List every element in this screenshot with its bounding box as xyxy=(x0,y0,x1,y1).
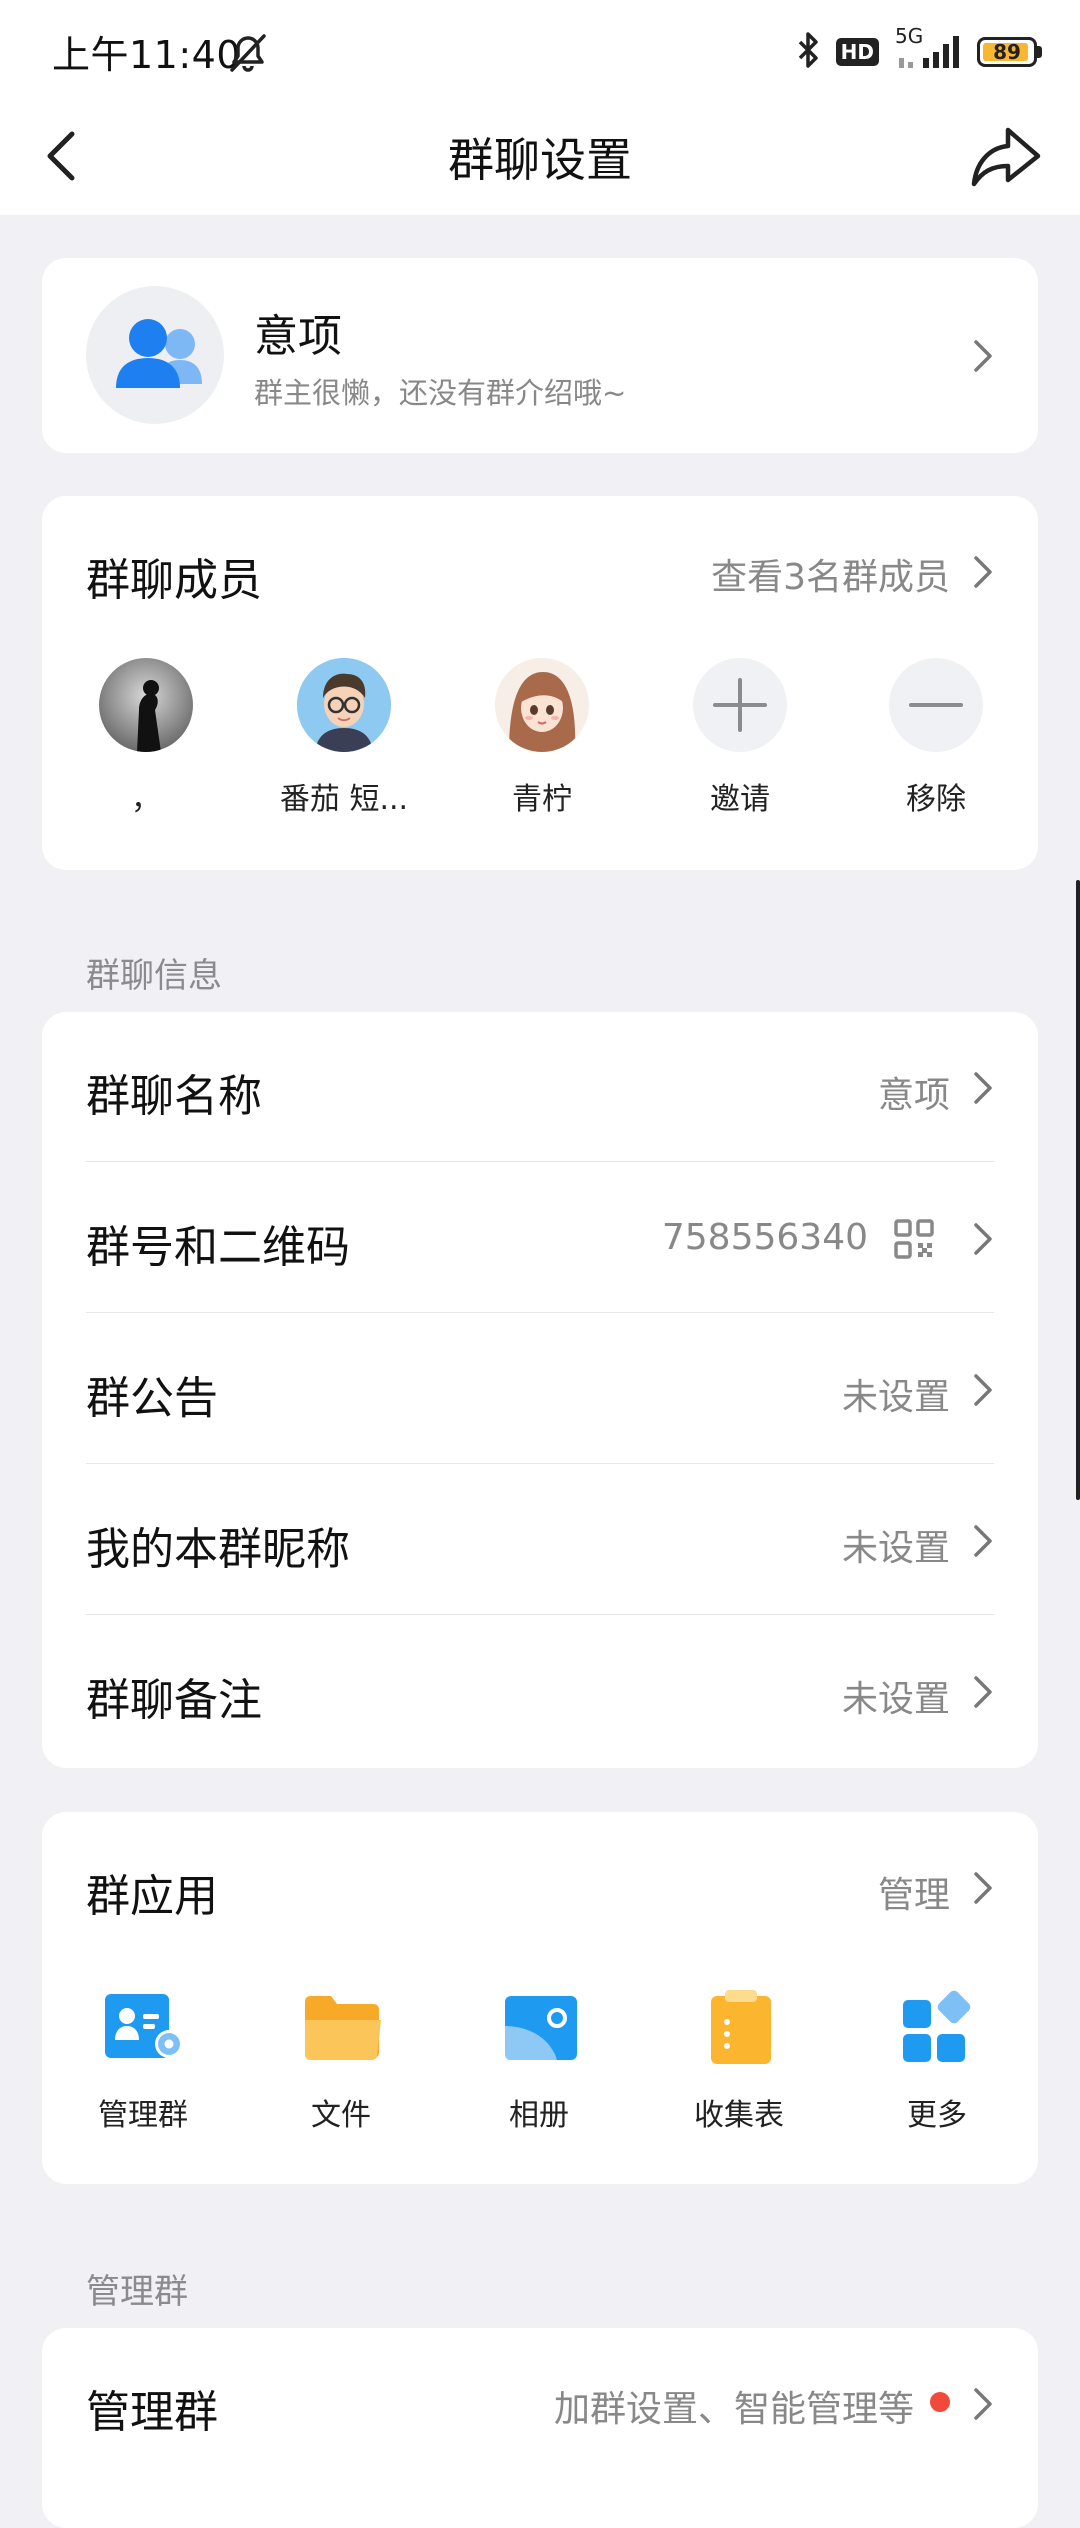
manage-apps-link[interactable]: 管理 xyxy=(878,1866,950,1918)
plus-icon xyxy=(693,658,787,752)
scrollbar[interactable] xyxy=(1076,880,1080,1500)
chevron-right-icon xyxy=(970,1868,996,1908)
info-section-label: 群聊信息 xyxy=(86,956,222,996)
group-profile-card[interactable]: 意项 群主很懒，还没有群介绍哦~ xyxy=(42,258,1038,453)
app-manage-group[interactable]: 管理群 xyxy=(58,1990,228,2134)
status-bar: 上午11:40 HD 5G 89 xyxy=(0,0,1080,100)
manage-group-card[interactable]: 管理群 加群设置、智能管理等 xyxy=(42,2328,1038,2528)
nav-bar: 群聊设置 xyxy=(0,100,1080,215)
avatar xyxy=(297,658,391,752)
remark-row[interactable]: 群聊备注 未设置 xyxy=(42,1616,1038,1766)
invite-member-button[interactable]: 邀请 xyxy=(660,658,820,818)
divider xyxy=(86,1161,994,1162)
minus-icon xyxy=(889,658,983,752)
chevron-right-icon xyxy=(970,2384,996,2424)
remove-label: 移除 xyxy=(906,782,966,817)
group-id-label: 群号和二维码 xyxy=(86,1222,350,1273)
admin-group-icon xyxy=(105,1990,183,2066)
group-name-row[interactable]: 群聊名称 意项 xyxy=(42,1012,1038,1162)
signal-icon: 5G xyxy=(893,24,963,72)
chevron-right-icon xyxy=(970,552,996,592)
chevron-right-icon xyxy=(970,1672,996,1712)
app-label: 更多 xyxy=(907,2098,967,2133)
app-form[interactable]: 收集表 xyxy=(654,1990,824,2134)
app-label: 文件 xyxy=(311,2098,371,2133)
group-intro: 群主很懒，还没有群介绍哦~ xyxy=(254,376,627,410)
member-name: 番茄 短... xyxy=(279,782,409,817)
app-files[interactable]: 文件 xyxy=(256,1990,426,2134)
remove-member-button[interactable]: 移除 xyxy=(856,658,1016,818)
manage-section-label: 管理群 xyxy=(86,2272,188,2312)
group-id-qrcode-row[interactable]: 群号和二维码 758556340 xyxy=(42,1163,1038,1313)
group-people-icon xyxy=(116,319,202,388)
app-label: 相册 xyxy=(509,2098,569,2133)
divider xyxy=(86,1614,994,1615)
member-item[interactable]: 青柠 xyxy=(462,658,622,818)
chevron-right-icon xyxy=(970,1219,996,1259)
chevron-right-icon xyxy=(970,336,996,376)
members-card: 群聊成员 查看3名群成员 ， 番茄 短... 青柠 邀请 移除 xyxy=(42,496,1038,870)
bell-muted-icon xyxy=(224,30,272,74)
manage-group-value: 加群设置、智能管理等 xyxy=(553,2389,914,2430)
qr-code-icon xyxy=(894,1219,934,1259)
hd-badge: HD xyxy=(835,38,879,66)
group-name: 意项 xyxy=(254,311,342,362)
my-nickname-label: 我的本群昵称 xyxy=(86,1524,350,1575)
divider xyxy=(86,1312,994,1313)
manage-group-label: 管理群 xyxy=(86,2387,218,2438)
chevron-right-icon xyxy=(970,1521,996,1561)
status-time: 上午11:40 xyxy=(52,33,242,77)
invite-label: 邀请 xyxy=(710,782,770,817)
chevron-right-icon xyxy=(970,1370,996,1410)
view-all-members-link[interactable]: 查看3名群成员 xyxy=(711,548,950,600)
app-label: 管理群 xyxy=(98,2098,188,2133)
member-item[interactable]: ， xyxy=(66,658,226,818)
avatar xyxy=(495,658,589,752)
share-button[interactable] xyxy=(968,118,1044,194)
announcement-value: 未设置 xyxy=(841,1377,950,1418)
group-apps-card: 群应用 管理 管理群 文件 相册 收集表 更多 xyxy=(42,1812,1038,2184)
notification-dot xyxy=(930,2392,950,2412)
more-apps-icon xyxy=(899,1990,975,2066)
chevron-right-icon xyxy=(970,1068,996,1108)
group-avatar xyxy=(86,286,224,424)
battery-level: 89 xyxy=(993,40,1021,64)
group-name-value: 意项 xyxy=(877,1075,950,1116)
app-label: 收集表 xyxy=(694,2098,784,2133)
app-album[interactable]: 相册 xyxy=(454,1990,624,2134)
page-title: 群聊设置 xyxy=(448,133,632,187)
folder-icon xyxy=(303,1990,381,2066)
member-item[interactable]: 番茄 短... xyxy=(264,658,424,818)
my-nickname-row[interactable]: 我的本群昵称 未设置 xyxy=(42,1465,1038,1615)
app-more[interactable]: 更多 xyxy=(852,1990,1022,2134)
group-name-label: 群聊名称 xyxy=(86,1071,262,1122)
announcement-label: 群公告 xyxy=(86,1373,218,1424)
status-icons: HD 5G 89 xyxy=(794,24,1042,78)
my-nickname-value: 未设置 xyxy=(841,1528,950,1569)
bluetooth-icon xyxy=(794,30,822,74)
apps-title: 群应用 xyxy=(86,1871,218,1922)
clipboard-icon xyxy=(701,1990,777,2066)
remark-value: 未设置 xyxy=(841,1679,950,1720)
member-name: 青柠 xyxy=(512,782,572,817)
group-id-value: 758556340 xyxy=(661,1217,868,1258)
member-name: ， xyxy=(131,782,161,817)
remark-label: 群聊备注 xyxy=(86,1675,262,1726)
divider xyxy=(86,1463,994,1464)
group-info-card: 群聊名称 意项 群号和二维码 758556340 群公告 未设置 我的本群昵称 … xyxy=(42,1012,1038,1768)
battery-icon: 89 xyxy=(977,37,1042,67)
members-title: 群聊成员 xyxy=(86,555,262,606)
announcement-row[interactable]: 群公告 未设置 xyxy=(42,1314,1038,1464)
album-icon xyxy=(501,1990,577,2066)
avatar xyxy=(99,658,193,752)
